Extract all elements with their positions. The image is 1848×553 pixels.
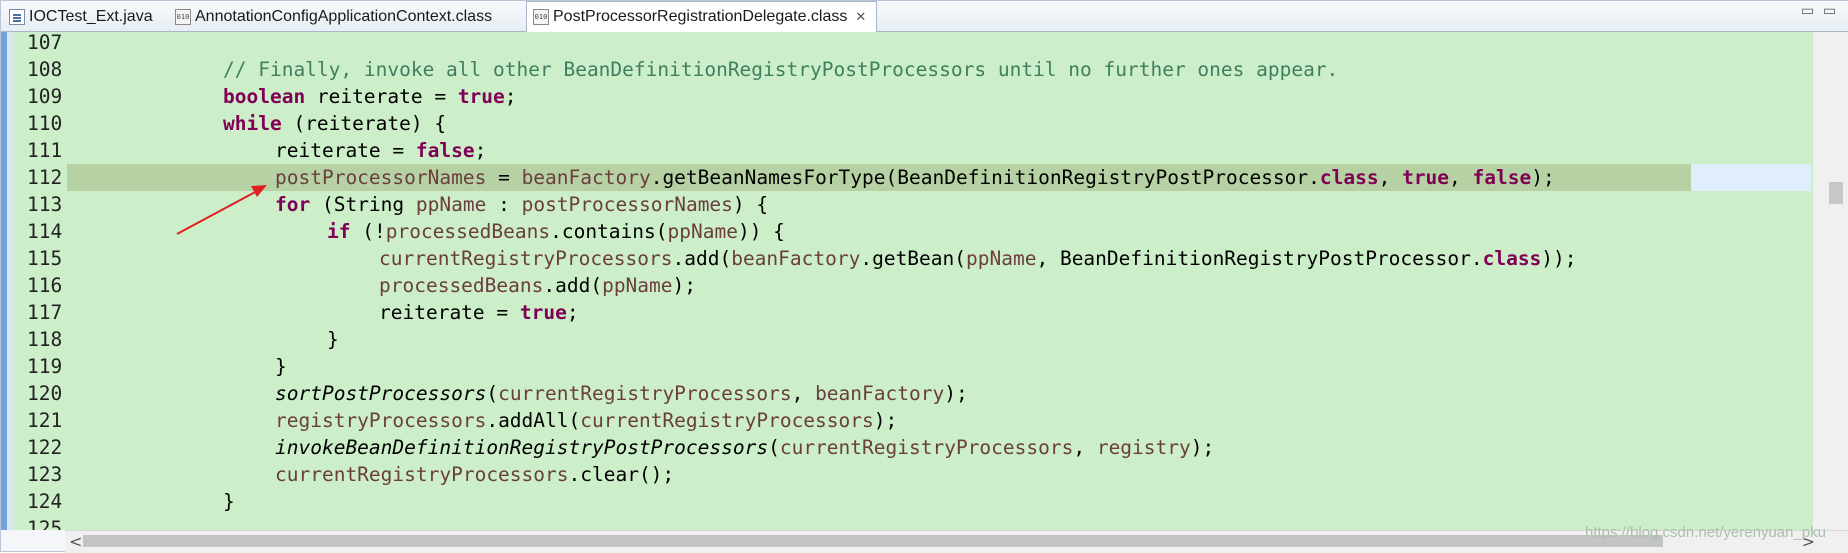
tab-label: IOCTest_Ext.java <box>29 7 153 25</box>
code-line-121: registryProcessors.addAll(currentRegistr… <box>275 407 897 434</box>
field-ref: registry <box>1096 436 1191 459</box>
code-text: .add( <box>672 247 732 270</box>
keyword: false <box>1472 166 1532 189</box>
keyword: class <box>1319 166 1379 189</box>
code-editor[interactable]: 107 108 109 110 111 112 113 114 115 116 … <box>1 32 1848 530</box>
field-ref: processedBeans <box>379 274 544 297</box>
code-line-117: reiterate = true; <box>379 299 579 326</box>
field-ref: registryProcessors <box>275 409 487 432</box>
code-text: ( <box>486 382 499 405</box>
code-text: : <box>486 193 522 216</box>
code-text: ); <box>1190 436 1215 459</box>
line-number: 123 <box>27 463 63 486</box>
code-text: ; <box>566 301 579 324</box>
code-line-124: } <box>223 490 235 513</box>
code-text: .getBeanNamesForType(BeanDefinitionRegis… <box>650 166 1320 189</box>
code-text: , <box>1449 166 1473 189</box>
code-text: ) { <box>732 193 769 216</box>
scroll-left-icon[interactable]: < <box>69 532 82 551</box>
code-line-115: currentRegistryProcessors.add(beanFactor… <box>379 245 1577 272</box>
code-text: ); <box>873 409 898 432</box>
line-number: 122 <box>27 436 63 459</box>
tab-annotation-config[interactable]: 010 AnnotationConfigApplicationContext.c… <box>169 2 502 31</box>
line-number: 124 <box>27 490 63 513</box>
code-text: , <box>1073 436 1097 459</box>
code-text: ; <box>504 85 517 108</box>
code-text: .contains( <box>550 220 668 243</box>
code-text: ; <box>474 139 487 162</box>
local-var: ppName <box>667 220 738 243</box>
code-line-119: } <box>275 355 287 378</box>
code-text: ( <box>768 436 780 459</box>
local-var: ppName <box>415 193 487 216</box>
code-text: ); <box>672 274 697 297</box>
close-icon[interactable]: ✕ <box>855 9 866 25</box>
maximize-icon[interactable]: ▭ <box>1823 3 1836 19</box>
java-file-icon <box>9 8 25 25</box>
code-text: .add( <box>543 274 603 297</box>
code-line-120: sortPostProcessors(currentRegistryProces… <box>275 380 968 407</box>
line-number: 125 <box>27 517 63 530</box>
keyword: true <box>1402 166 1450 189</box>
static-method: invokeBeanDefinitionRegistryPostProcesso… <box>275 436 769 459</box>
horizontal-scrollbar[interactable]: < > <box>65 530 1848 553</box>
keyword: class <box>1482 247 1542 270</box>
class-file-icon: 010 <box>175 8 191 25</box>
tab-label: AnnotationConfigApplicationContext.class <box>195 7 493 25</box>
code-text: )) { <box>737 220 785 243</box>
code-text: )); <box>1541 247 1577 270</box>
tab-ioctest-ext[interactable]: IOCTest_Ext.java <box>3 2 163 31</box>
code-text: .getBean( <box>860 247 967 270</box>
local-var: ppName <box>602 274 673 297</box>
horizontal-scroll-thumb[interactable] <box>83 535 1663 547</box>
field-ref: beanFactory <box>521 166 651 189</box>
watermark: https://blog.csdn.net/yerenyuan_pku <box>1585 524 1826 541</box>
field-ref: currentRegistryProcessors <box>379 247 673 270</box>
field-ref: beanFactory <box>815 382 945 405</box>
field-ref: processedBeans <box>385 220 551 243</box>
tab-postprocessor-delegate[interactable]: 010 PostProcessorRegistrationDelegate.cl… <box>526 1 878 32</box>
vertical-scrollbar[interactable] <box>1813 32 1848 530</box>
editor-window: IOCTest_Ext.java 010 AnnotationConfigApp… <box>0 0 1848 553</box>
keyword: true <box>457 85 505 108</box>
code-text: , BeanDefinitionRegistryPostProcessor. <box>1036 247 1483 270</box>
editor-tab-bar: IOCTest_Ext.java 010 AnnotationConfigApp… <box>1 1 1848 32</box>
arrow-head <box>251 185 267 197</box>
code-text: .clear(); <box>568 463 675 486</box>
code-text: , <box>791 382 816 405</box>
line-number: 121 <box>27 409 63 432</box>
field-ref: currentRegistryProcessors <box>580 409 874 432</box>
keyword: false <box>415 139 475 162</box>
code-text: ); <box>944 382 968 405</box>
keyword: true <box>519 301 567 324</box>
code-text: ); <box>1531 166 1555 189</box>
field-ref: beanFactory <box>731 247 861 270</box>
static-method: sortPostProcessors <box>275 382 487 405</box>
code-text: .addAll( <box>486 409 581 432</box>
annotation-arrow <box>176 185 267 235</box>
arrow-shaft <box>176 189 260 235</box>
line-number: 119 <box>27 355 63 378</box>
field-ref: currentRegistryProcessors <box>498 382 792 405</box>
line-number: 120 <box>27 382 63 405</box>
code-text: = <box>486 166 522 189</box>
code-line-123: currentRegistryProcessors.clear(); <box>275 461 674 488</box>
field-ref: currentRegistryProcessors <box>779 436 1074 459</box>
current-line-highlight-tail <box>1691 164 1811 191</box>
code-line-116: processedBeans.add(ppName); <box>379 272 696 299</box>
vertical-scroll-thumb[interactable] <box>1829 182 1843 204</box>
code-line-122: invokeBeanDefinitionRegistryPostProcesso… <box>275 434 1214 461</box>
local-var: ppName <box>966 247 1037 270</box>
tab-label: PostProcessorRegistrationDelegate.class <box>553 8 848 25</box>
field-ref: postProcessorNames <box>521 193 733 216</box>
field-ref: currentRegistryProcessors <box>275 463 569 486</box>
minimize-icon[interactable]: ▭ <box>1801 3 1814 19</box>
code-line-112: postProcessorNames = beanFactory.getBean… <box>275 164 1555 191</box>
code-text: , <box>1378 166 1403 189</box>
class-file-icon: 010 <box>533 9 549 25</box>
